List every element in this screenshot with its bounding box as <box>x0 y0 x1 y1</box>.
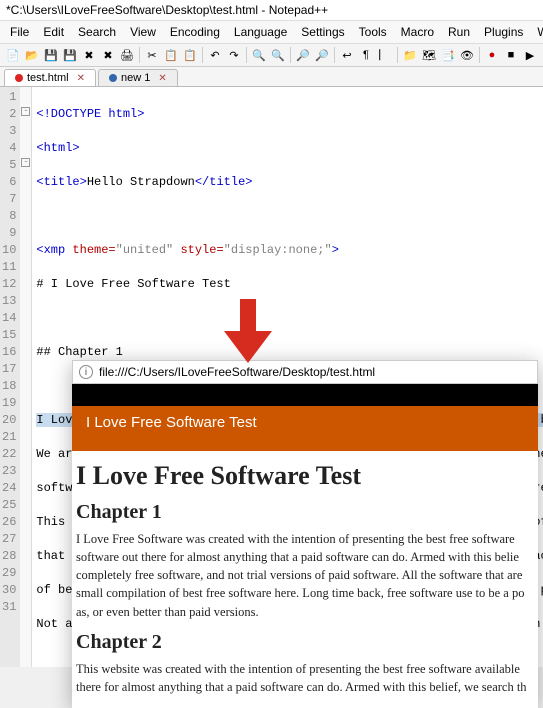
browser-url: file:///C:/Users/ILoveFreeSoftware/Deskt… <box>99 365 375 379</box>
window-title: *C:\Users\ILoveFreeSoftware\Desktop\test… <box>6 3 328 17</box>
indent-guide-icon[interactable]: ⎸ <box>376 46 394 64</box>
copy-icon[interactable]: 📋 <box>162 46 180 64</box>
save-all-icon[interactable]: 💾 <box>61 46 79 64</box>
page-paragraph: I Love Free Software was created with th… <box>76 530 534 621</box>
close-all-icon[interactable]: ✖ <box>99 46 117 64</box>
saved-indicator-icon <box>109 74 117 82</box>
menu-plugins[interactable]: Plugins <box>478 23 529 41</box>
code-text: <html> <box>36 141 79 155</box>
wrap-icon[interactable]: ↩ <box>338 46 356 64</box>
toolbar-separator <box>246 47 247 63</box>
code-text: <title> <box>36 175 86 189</box>
menu-language[interactable]: Language <box>228 23 293 41</box>
fold-icon[interactable]: - <box>21 158 30 167</box>
monitoring-icon[interactable]: 👁 <box>458 46 476 64</box>
tab-label: test.html <box>27 72 69 84</box>
line-gutter: 1 2 3 4 5 6 7 8 9 10 11 12 13 14 15 16 1… <box>0 87 20 667</box>
browser-nav-title: I Love Free Software Test <box>86 414 257 431</box>
menu-window[interactable]: Window <box>531 23 543 41</box>
menu-edit[interactable]: Edit <box>37 23 70 41</box>
page-h2-chapter2: Chapter 2 <box>76 631 534 654</box>
doc-map-icon[interactable]: 🗺 <box>420 46 438 64</box>
fold-icon[interactable]: - <box>21 107 30 116</box>
zoom-in-icon[interactable]: 🔎 <box>294 46 312 64</box>
menu-search[interactable]: Search <box>72 23 122 41</box>
annotation-arrow-icon <box>224 299 272 363</box>
info-icon[interactable]: i <box>79 365 93 379</box>
menu-tools[interactable]: Tools <box>353 23 393 41</box>
undo-icon[interactable]: ↶ <box>206 46 224 64</box>
find-icon[interactable]: 🔍 <box>250 46 268 64</box>
toolbar-separator <box>479 47 480 63</box>
toolbar-separator <box>397 47 398 63</box>
save-icon[interactable]: 💾 <box>42 46 60 64</box>
browser-url-bar[interactable]: i file:///C:/Users/ILoveFreeSoftware/Des… <box>72 360 538 384</box>
code-text: <!DOCTYPE html> <box>36 107 144 121</box>
browser-preview: i file:///C:/Users/ILoveFreeSoftware/Des… <box>72 360 538 708</box>
tab-test-html[interactable]: test.html ✕ <box>4 69 96 86</box>
paste-icon[interactable]: 📋 <box>181 46 199 64</box>
tab-close-icon[interactable]: ✕ <box>77 73 85 84</box>
function-list-icon[interactable]: 📑 <box>439 46 457 64</box>
tab-new-1[interactable]: new 1 ✕ <box>98 69 178 86</box>
open-file-icon[interactable]: 📂 <box>23 46 41 64</box>
tab-label: new 1 <box>121 72 150 84</box>
page-h1: I Love Free Software Test <box>76 461 534 491</box>
toolbar-separator <box>139 47 140 63</box>
fold-gutter: - - <box>20 87 32 667</box>
zoom-out-icon[interactable]: 🔎 <box>313 46 331 64</box>
menu-settings[interactable]: Settings <box>295 23 350 41</box>
play-macro-icon[interactable]: ▶ <box>521 46 539 64</box>
toolbar-separator <box>290 47 291 63</box>
replace-icon[interactable]: 🔍 <box>269 46 287 64</box>
menu-run[interactable]: Run <box>442 23 476 41</box>
folder-icon[interactable]: 📁 <box>401 46 419 64</box>
menu-encoding[interactable]: Encoding <box>164 23 226 41</box>
print-icon[interactable]: 🖨 <box>118 46 136 64</box>
menu-view[interactable]: View <box>124 23 162 41</box>
tabbar: test.html ✕ new 1 ✕ <box>0 67 543 87</box>
browser-nav-title-bar: I Love Free Software Test <box>72 406 538 451</box>
record-macro-icon[interactable]: ● <box>483 46 501 64</box>
cut-icon[interactable]: ✂ <box>143 46 161 64</box>
close-icon[interactable]: ✖ <box>80 46 98 64</box>
redo-icon[interactable]: ↷ <box>225 46 243 64</box>
rendered-content: I Love Free Software Test Chapter 1 I Lo… <box>72 451 538 708</box>
stop-macro-icon[interactable]: ■ <box>502 46 520 64</box>
toolbar-separator <box>334 47 335 63</box>
unsaved-indicator-icon <box>15 74 23 82</box>
menu-file[interactable]: File <box>4 23 35 41</box>
new-file-icon[interactable]: 📄 <box>4 46 22 64</box>
window-titlebar: *C:\Users\ILoveFreeSoftware\Desktop\test… <box>0 0 543 21</box>
toolbar: 📄 📂 💾 💾 ✖ ✖ 🖨 ✂ 📋 📋 ↶ ↷ 🔍 🔍 🔎 🔎 ↩ ¶ ⎸ 📁 … <box>0 44 543 67</box>
menu-macro[interactable]: Macro <box>395 23 440 41</box>
browser-header-bar <box>72 384 538 406</box>
toolbar-separator <box>202 47 203 63</box>
show-all-chars-icon[interactable]: ¶ <box>357 46 375 64</box>
menubar: File Edit Search View Encoding Language … <box>0 21 543 44</box>
tab-close-icon[interactable]: ✕ <box>158 73 166 84</box>
page-h2-chapter1: Chapter 1 <box>76 501 534 524</box>
